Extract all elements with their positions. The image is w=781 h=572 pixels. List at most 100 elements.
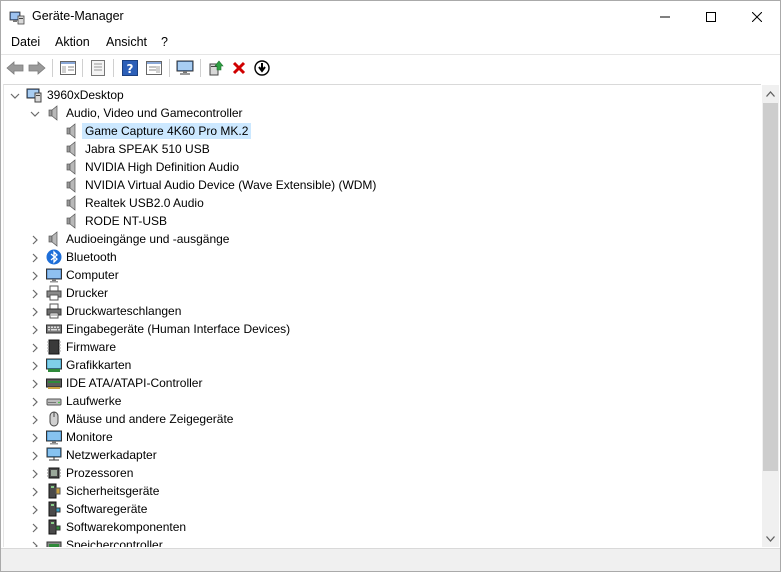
tree-category[interactable]: Audio, Video und Gamecontroller [4, 104, 761, 122]
scan-hardware-button[interactable] [175, 58, 195, 78]
security-device-icon [46, 483, 62, 499]
tree-device[interactable]: Realtek USB2.0 Audio [4, 194, 761, 212]
view-button[interactable] [144, 58, 164, 78]
chevron-right-icon[interactable] [30, 234, 40, 245]
chevron-right-icon[interactable] [30, 378, 40, 389]
mouse-icon [46, 411, 62, 427]
tree-category[interactable]: Mäuse und andere Zeigegeräte [4, 410, 761, 428]
chevron-right-icon[interactable] [30, 432, 40, 443]
tree-device[interactable]: NVIDIA Virtual Audio Device (Wave Extens… [4, 176, 761, 194]
chevron-right-icon[interactable] [30, 252, 40, 263]
tree-category[interactable]: Druckwarteschlangen [4, 302, 761, 320]
disk-drive-icon [46, 393, 62, 409]
tree-category[interactable]: Firmware [4, 338, 761, 356]
scroll-up-button[interactable] [762, 85, 779, 102]
chevron-right-icon[interactable] [30, 522, 40, 533]
computer-icon [46, 267, 62, 283]
tree-category[interactable]: Prozessoren [4, 464, 761, 482]
menu-datei[interactable]: Datei [11, 35, 40, 49]
device-manager-window: Geräte-Manager Datei Aktion Ansicht ? ? … [0, 0, 781, 572]
firmware-icon [46, 339, 62, 355]
chevron-right-icon[interactable] [30, 414, 40, 425]
tree-category[interactable]: Speichercontroller [4, 536, 761, 547]
chevron-right-icon[interactable] [30, 540, 40, 547]
computer-icon [26, 87, 42, 103]
menu-aktion[interactable]: Aktion [55, 35, 90, 49]
device-tree[interactable]: 3960xDesktop Audio, Video und Gamecontrol… [3, 84, 761, 547]
chevron-right-icon[interactable] [30, 342, 40, 353]
chevron-down-icon[interactable] [10, 90, 20, 100]
maximize-button[interactable] [688, 1, 734, 32]
display-adapter-icon [46, 357, 62, 373]
toolbar-separator [169, 59, 170, 77]
chevron-right-icon[interactable] [30, 468, 40, 479]
tree-category-label: Computer [66, 268, 119, 282]
uninstall-device-icon [232, 61, 246, 75]
disable-device-button[interactable] [252, 58, 272, 78]
tree-device[interactable]: RODE NT-USB [4, 212, 761, 230]
toolbar: ? [1, 54, 780, 81]
tree-device[interactable]: Jabra SPEAK 510 USB [4, 140, 761, 158]
tree-category[interactable]: Sicherheitsgeräte [4, 482, 761, 500]
speaker-icon [64, 177, 80, 193]
tree-category[interactable]: IDE ATA/ATAPI-Controller [4, 374, 761, 392]
tree-device[interactable]: NVIDIA High Definition Audio [4, 158, 761, 176]
help-button[interactable]: ? [120, 58, 140, 78]
update-driver-button[interactable] [206, 58, 226, 78]
show-hide-console-tree-button[interactable] [58, 58, 78, 78]
processor-icon [46, 465, 62, 481]
properties-button[interactable] [88, 58, 108, 78]
tree-category[interactable]: Computer [4, 266, 761, 284]
uninstall-device-button[interactable] [229, 58, 249, 78]
chevron-right-icon[interactable] [30, 324, 40, 335]
vertical-scrollbar[interactable] [762, 85, 779, 547]
back-button[interactable] [5, 58, 25, 78]
tree-category-label: Sicherheitsgeräte [66, 484, 160, 498]
chevron-down-icon[interactable] [30, 108, 40, 118]
tree-category[interactable]: Laufwerke [4, 392, 761, 410]
tree-device-label: Jabra SPEAK 510 USB [85, 142, 210, 156]
tree-category[interactable]: Bluetooth [4, 248, 761, 266]
chevron-right-icon[interactable] [30, 270, 40, 281]
tree-category[interactable]: Netzwerkadapter [4, 446, 761, 464]
tree-category-label: Grafikkarten [66, 358, 132, 372]
tree-category-label: Softwarekomponenten [66, 520, 187, 534]
tree-category[interactable]: Eingabegeräte (Human Interface Devices) [4, 320, 761, 338]
title-bar[interactable]: Geräte-Manager [1, 1, 780, 32]
chevron-right-icon[interactable] [30, 504, 40, 515]
tree-device-label: Game Capture 4K60 Pro MK.2 [81, 123, 252, 139]
tree-category[interactable]: Softwarekomponenten [4, 518, 761, 536]
scroll-down-button[interactable] [762, 530, 779, 547]
chevron-right-icon[interactable] [30, 288, 40, 299]
chevron-right-icon[interactable] [30, 306, 40, 317]
tree-device-label: RODE NT-USB [85, 214, 168, 228]
minimize-button[interactable] [642, 1, 688, 32]
tree-category[interactable]: Grafikkarten [4, 356, 761, 374]
network-adapter-icon [46, 447, 62, 463]
menu-bar: Datei Aktion Ansicht ? [1, 32, 780, 53]
forward-arrow-icon [28, 61, 46, 75]
chevron-right-icon[interactable] [30, 360, 40, 371]
forward-button[interactable] [27, 58, 47, 78]
tree-category[interactable]: Audioeingänge und -ausgänge [4, 230, 761, 248]
tree-category-label: Audio, Video und Gamecontroller [66, 106, 243, 120]
printer-queue-icon [46, 303, 62, 319]
keyboard-icon [46, 321, 62, 337]
chevron-right-icon[interactable] [30, 486, 40, 497]
chevron-right-icon[interactable] [30, 396, 40, 407]
menu-ansicht[interactable]: Ansicht [106, 35, 147, 49]
tree-category[interactable]: Drucker [4, 284, 761, 302]
chevron-right-icon[interactable] [30, 450, 40, 461]
tree-category-label: Druckwarteschlangen [66, 304, 182, 318]
menu-help[interactable]: ? [161, 35, 168, 49]
minimize-icon [660, 16, 670, 17]
scroll-thumb[interactable] [763, 103, 778, 471]
tree-category[interactable]: Monitore [4, 428, 761, 446]
tree-root[interactable]: 3960xDesktop [4, 86, 761, 104]
tree-category-label: Audioeingänge und -ausgänge [66, 232, 230, 246]
tree-root-label: 3960xDesktop [47, 88, 124, 102]
close-button[interactable] [734, 1, 780, 32]
tree-device[interactable]: Game Capture 4K60 Pro MK.2 [4, 122, 761, 140]
tree-category[interactable]: Softwaregeräte [4, 500, 761, 518]
tree-category-label: Softwaregeräte [66, 502, 148, 516]
